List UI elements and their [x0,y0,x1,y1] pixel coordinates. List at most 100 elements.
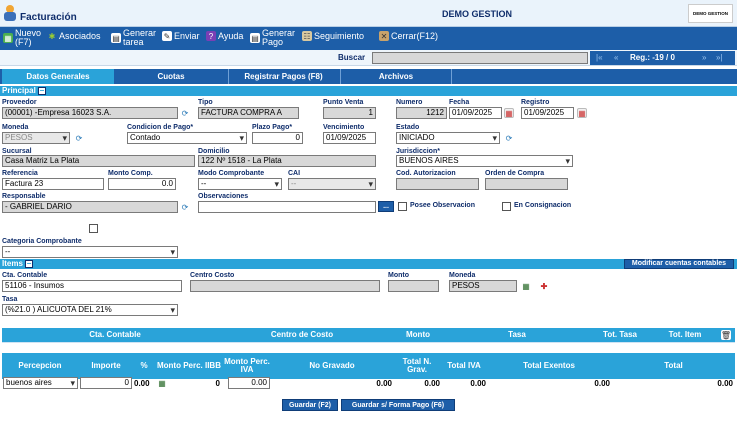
col-tot-tasa: Tot. Tasa [588,328,652,342]
tasa-select[interactable]: (%21.0 ) ALICUOTA DEL 21% [2,304,178,316]
importe-field[interactable]: 0 [80,377,132,389]
tab-archivos[interactable]: Archivos [340,69,452,84]
domicilio-field[interactable]: 122 Nº 1518 - La Plata [198,155,376,167]
lookup-icon[interactable]: ⟳ [180,202,190,212]
responsable-field[interactable]: - GABRIEL DARIO [2,201,178,213]
estado-select[interactable]: INICIADO [396,132,500,144]
record-counter: Reg.: -19 / 0 [630,53,675,62]
monto-iva-field[interactable]: 0.00 [228,377,270,389]
calculator-icon[interactable]: ▦ [157,378,167,388]
percepcion-select[interactable]: buenos aires [3,377,78,389]
lookup-icon[interactable]: ⟳ [74,133,84,143]
jurisdiccion-select[interactable]: BUENOS AIRES [396,155,573,167]
modo-comprobante-select[interactable]: -- [198,178,282,190]
condicion-select[interactable]: Contado [127,132,247,144]
tab-cuotas[interactable]: Cuotas [116,69,226,84]
cerrar-button[interactable]: ✕ Cerrar(F12) [379,31,438,41]
cod-autorizacion-field[interactable] [396,178,479,190]
extra-checkbox[interactable] [89,224,98,233]
cai-select[interactable]: -- [288,178,376,190]
company-logo: DEMO GESTION [688,4,733,23]
lookup-icon[interactable]: ⟳ [504,133,514,143]
registro-field[interactable]: 01/09/2025 [521,107,574,119]
modificar-cuentas-button[interactable]: Modificar cuentas contables [624,259,734,269]
moneda-item-field[interactable]: PESOS [449,280,517,292]
tab-datos-generales[interactable]: Datos Generales [2,69,114,84]
col-total-n-grav: Total N. Grav. [394,353,440,379]
col-pct: % [134,353,154,379]
posee-observacion-checkbox[interactable] [398,202,407,211]
calculator-icon[interactable]: ▦ [521,281,531,291]
tab-registrar-pagos[interactable]: Registrar Pagos (F8) [228,69,338,84]
guardar-forma-pago-button[interactable]: Guardar s/ Forma Pago (F6) [341,399,455,411]
monto-comp-field[interactable]: 0.0 [108,178,176,190]
calendar-icon[interactable]: ▦ [504,108,514,118]
generar-tarea-button[interactable]: ▤ Generar tarea [111,29,156,47]
observaciones-field[interactable] [198,201,376,213]
next-record-button[interactable]: » [702,51,706,65]
prev-record-button[interactable]: « [614,51,618,65]
orden-compra-field[interactable] [485,178,568,190]
ayuda-button[interactable]: ? Ayuda [206,31,243,41]
modo-comprobante-label: Modo Comprobante [198,170,265,177]
referencia-field[interactable]: Factura 23 [2,178,104,190]
search-input[interactable] [372,52,588,64]
col-monto: Monto [390,328,446,342]
collapse-icon[interactable]: − [37,86,46,95]
calendar-icon[interactable]: ▦ [577,108,587,118]
cta-contable-field[interactable]: 51106 - Insumos [2,280,182,292]
monto-field[interactable] [388,280,439,292]
punto-venta-label: Punto Venta [323,99,364,106]
centro-costo-field[interactable] [190,280,380,292]
guardar-button[interactable]: Guardar (F2) [282,399,338,411]
principal-section-header[interactable]: Principal − [0,86,737,96]
seguimiento-button[interactable]: ☷ Seguimiento [302,31,364,41]
tipo-label: Tipo [198,99,213,106]
proveedor-field[interactable]: (00001) -Empresa 16023 S.A. [2,107,178,119]
table-divider [2,342,735,343]
jurisdiccion-label: Jurisdiccion* [396,148,440,155]
trash-icon[interactable]: 🗑 [721,330,731,340]
add-item-icon[interactable]: ✚ [539,281,549,291]
col-monto-iibb: Monto Perc. IIBB [156,353,222,379]
plazo-label: Plazo Pago* [252,124,293,131]
sucursal-label: Sucursal [2,148,32,155]
total-n-grav-value: 0.00 [424,379,440,388]
document-icon: ▤ [250,33,260,43]
col-cta-contable: Cta. Contable [16,328,214,342]
vencimiento-field[interactable]: 01/09/2025 [323,132,376,144]
orden-compra-label: Orden de Compra [485,170,545,177]
numero-field[interactable]: 1212 [396,107,447,119]
send-icon: ✎ [162,31,172,41]
registro-label: Registro [521,99,550,106]
en-consignacion-label: En Consignacion [514,202,572,209]
tipo-field[interactable]: FACTURA COMPRA A [198,107,299,119]
moneda-select[interactable]: PESOS [2,132,70,144]
categoria-select[interactable]: -- [2,246,178,258]
numero-label: Numero [396,99,423,106]
monto-label: Monto [388,272,409,279]
observaciones-expand-button[interactable]: ... [378,201,394,212]
estado-label: Estado [396,124,420,131]
observaciones-label: Observaciones [198,193,249,200]
app-title: Facturación [20,12,77,23]
last-record-button[interactable]: »| [716,51,723,65]
col-centro-costo: Centro de Costo [216,328,388,342]
enviar-button[interactable]: ✎ Enviar [162,31,200,41]
col-total-iva: Total IVA [442,353,486,379]
nuevo-button[interactable]: ▦ Nuevo (F7) [3,29,41,47]
lookup-icon[interactable]: ⟳ [180,108,190,118]
col-tot-item: Tot. Item [654,328,716,342]
tracking-icon: ☷ [302,31,312,41]
plazo-field[interactable]: 0 [252,132,303,144]
centro-costo-label: Centro Costo [190,272,235,279]
en-consignacion-checkbox[interactable] [502,202,511,211]
asociados-button[interactable]: ✱ Asociados [47,31,101,41]
cta-contable-label: Cta. Contable [2,272,48,279]
collapse-icon[interactable]: − [24,259,33,268]
first-record-button[interactable]: |« [596,51,603,65]
punto-venta-field[interactable]: 1 [323,107,376,119]
sucursal-field[interactable]: Casa Matriz La Plata [2,155,195,167]
fecha-field[interactable]: 01/09/2025 [449,107,502,119]
generar-pago-button[interactable]: ▤ Generar Pago [250,29,295,47]
